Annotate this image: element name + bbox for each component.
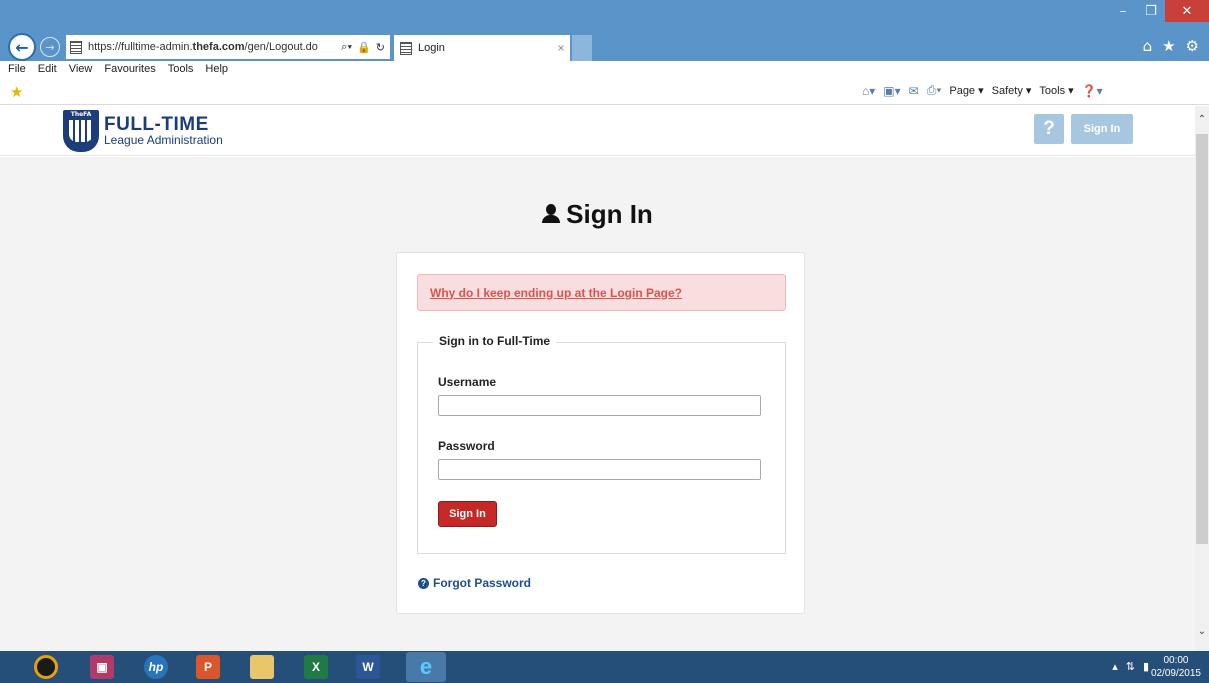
mail-icon[interactable]: ✉	[909, 84, 919, 98]
site-favicon-icon	[70, 40, 82, 54]
fieldset-legend: Sign in to Full-Time	[433, 334, 557, 348]
internet-explorer-icon[interactable]: e	[406, 652, 446, 682]
question-circle-icon: ?	[418, 577, 429, 589]
home-page-icon[interactable]: ⌂▾	[862, 84, 875, 98]
show-hidden-icons-icon[interactable]: ▴	[1112, 660, 1118, 673]
fa-crest-logo[interactable]: TheFA	[63, 110, 99, 152]
help-button[interactable]: ?	[1034, 114, 1064, 144]
back-arrow-icon[interactable]: ←	[8, 33, 36, 61]
search-icon[interactable]: ⌕▾	[341, 41, 352, 54]
header-sign-in-button[interactable]: Sign In	[1071, 114, 1133, 144]
safety-menu[interactable]: Safety ▾	[992, 84, 1032, 97]
network-icon[interactable]: ⇅	[1126, 660, 1135, 673]
powerpoint-icon[interactable]: P	[196, 655, 220, 679]
tools-menu[interactable]: Tools ▾	[1039, 84, 1073, 97]
refresh-icon[interactable]: ↻	[376, 41, 385, 54]
login-alert: Why do I keep ending up at the Login Pag…	[417, 274, 786, 311]
onenote-icon[interactable]: ▣	[90, 655, 114, 679]
password-field[interactable]	[438, 459, 761, 480]
restore-button[interactable]: ❐	[1137, 0, 1165, 22]
user-icon	[542, 204, 561, 224]
page-scrollbar[interactable]: ⌃ ⌄	[1195, 106, 1209, 651]
menu-favourites[interactable]: Favourites	[104, 63, 155, 75]
username-field[interactable]	[438, 395, 761, 416]
window-controls: – ❐ ✕	[1109, 0, 1209, 22]
menu-view[interactable]: View	[69, 63, 93, 75]
close-window-button[interactable]: ✕	[1165, 0, 1209, 22]
tab-title: Login	[418, 42, 445, 54]
menu-help[interactable]: Help	[205, 63, 228, 75]
scroll-down-icon[interactable]: ⌄	[1195, 626, 1209, 637]
page-title: Sign In	[0, 199, 1195, 230]
excel-icon[interactable]: X	[304, 655, 328, 679]
menu-edit[interactable]: Edit	[38, 63, 57, 75]
battery-icon[interactable]: ▮	[1143, 660, 1149, 673]
why-login-page-link[interactable]: Why do I keep ending up at the Login Pag…	[430, 286, 682, 300]
settings-gear-icon[interactable]: ⚙	[1186, 37, 1199, 55]
menu-bar: File Edit View Favourites Tools Help ★ ⌂…	[0, 61, 1209, 105]
home-icon[interactable]: ⌂	[1143, 37, 1153, 55]
username-label: Username	[438, 375, 497, 389]
new-tab-button[interactable]	[572, 35, 592, 61]
page-menu[interactable]: Page ▾	[949, 84, 983, 97]
scroll-up-icon[interactable]: ⌃	[1195, 114, 1209, 125]
signin-fieldset: Sign in to Full-Time Username Password S…	[417, 334, 786, 554]
url-text: https://fulltime-admin.thefa.com/gen/Log…	[88, 41, 318, 53]
password-label: Password	[438, 439, 495, 453]
menu-tools[interactable]: Tools	[168, 63, 194, 75]
system-clock[interactable]: 00:00 02/09/2015	[1151, 654, 1201, 680]
favorites-star-icon[interactable]: ★	[1162, 37, 1175, 55]
feeds-icon[interactable]: ▣▾	[883, 84, 900, 98]
windows-taskbar: ▣ hp P X W e ▴ ⇅ ▮ 00:00 02/09/2015	[0, 651, 1209, 683]
forgot-password-label: Forgot Password	[433, 576, 532, 590]
tab-login[interactable]: Login ×	[394, 35, 570, 61]
tab-favicon-icon	[400, 41, 412, 55]
lock-icon[interactable]: 🔒	[357, 41, 371, 54]
word-icon[interactable]: W	[356, 655, 380, 679]
media-player-icon[interactable]	[34, 655, 58, 679]
page-body: Sign In Why do I keep ending up at the L…	[0, 157, 1195, 651]
hp-icon[interactable]: hp	[144, 655, 168, 679]
browser-titlebar: – ❐ ✕ ← → https://fulltime-admin.thefa.c…	[0, 0, 1209, 61]
tab-close-icon[interactable]: ×	[552, 41, 570, 55]
help-icon[interactable]: ❓▾	[1082, 84, 1103, 98]
login-card: Why do I keep ending up at the Login Pag…	[396, 252, 805, 614]
file-explorer-icon[interactable]	[250, 655, 274, 679]
forward-arrow-icon[interactable]: →	[40, 37, 60, 57]
system-tray: ▴ ⇅ ▮	[1112, 660, 1149, 673]
print-icon[interactable]: ⎙▾	[927, 83, 942, 98]
menu-file[interactable]: File	[8, 63, 26, 75]
scroll-thumb[interactable]	[1196, 134, 1208, 544]
forgot-password-link[interactable]: ? Forgot Password	[418, 576, 531, 590]
brand-subtitle: League Administration	[104, 133, 223, 147]
site-header: TheFA FULL-TIME League Administration ? …	[0, 106, 1195, 156]
address-bar[interactable]: https://fulltime-admin.thefa.com/gen/Log…	[66, 35, 390, 59]
command-bar: ⌂▾ ▣▾ ✉ ⎙▾ Page ▾ Safety ▾ Tools ▾ ❓▾	[862, 83, 1103, 98]
sign-in-button[interactable]: Sign In	[438, 501, 497, 527]
add-favorites-icon[interactable]: ★	[10, 83, 23, 101]
minimize-button[interactable]: –	[1109, 0, 1137, 22]
